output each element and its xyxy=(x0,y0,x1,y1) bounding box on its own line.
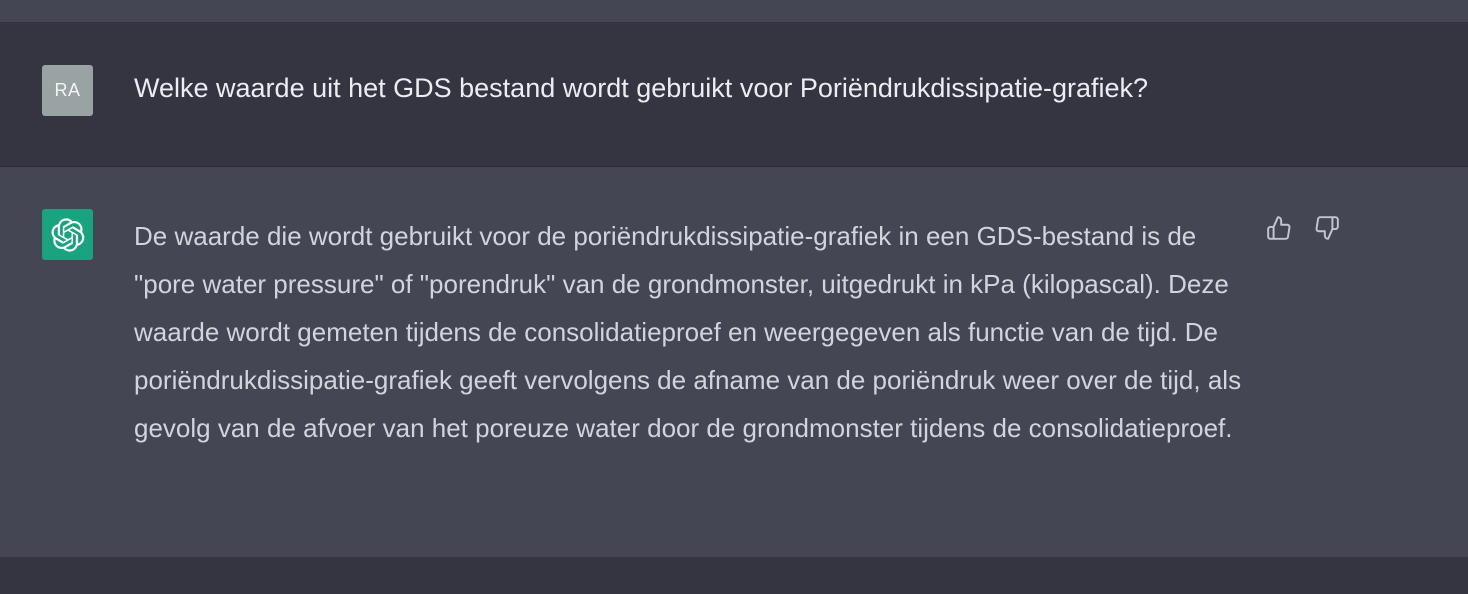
thumbs-down-button[interactable] xyxy=(1310,211,1344,245)
thumbs-down-icon xyxy=(1315,216,1339,240)
previous-message-strip xyxy=(0,0,1468,22)
thumbs-up-icon xyxy=(1267,216,1291,240)
user-avatar-initials: RA xyxy=(54,80,81,100)
openai-logo-icon xyxy=(51,217,84,252)
assistant-message-text: De waarde die wordt gebruikt voor de por… xyxy=(134,212,1246,452)
assistant-message-paragraph: De waarde die wordt gebruikt voor de por… xyxy=(134,221,1242,443)
assistant-message-row: De waarde die wordt gebruikt voor de por… xyxy=(0,167,1468,557)
user-message-text: Welke waarde uit het GDS bestand wordt g… xyxy=(134,73,1149,103)
feedback-buttons xyxy=(1262,211,1344,245)
user-message-row: RA Welke waarde uit het GDS bestand word… xyxy=(0,22,1468,167)
user-avatar: RA xyxy=(42,65,93,116)
bottom-area xyxy=(0,557,1468,594)
thumbs-up-button[interactable] xyxy=(1262,211,1296,245)
assistant-avatar xyxy=(42,209,93,260)
